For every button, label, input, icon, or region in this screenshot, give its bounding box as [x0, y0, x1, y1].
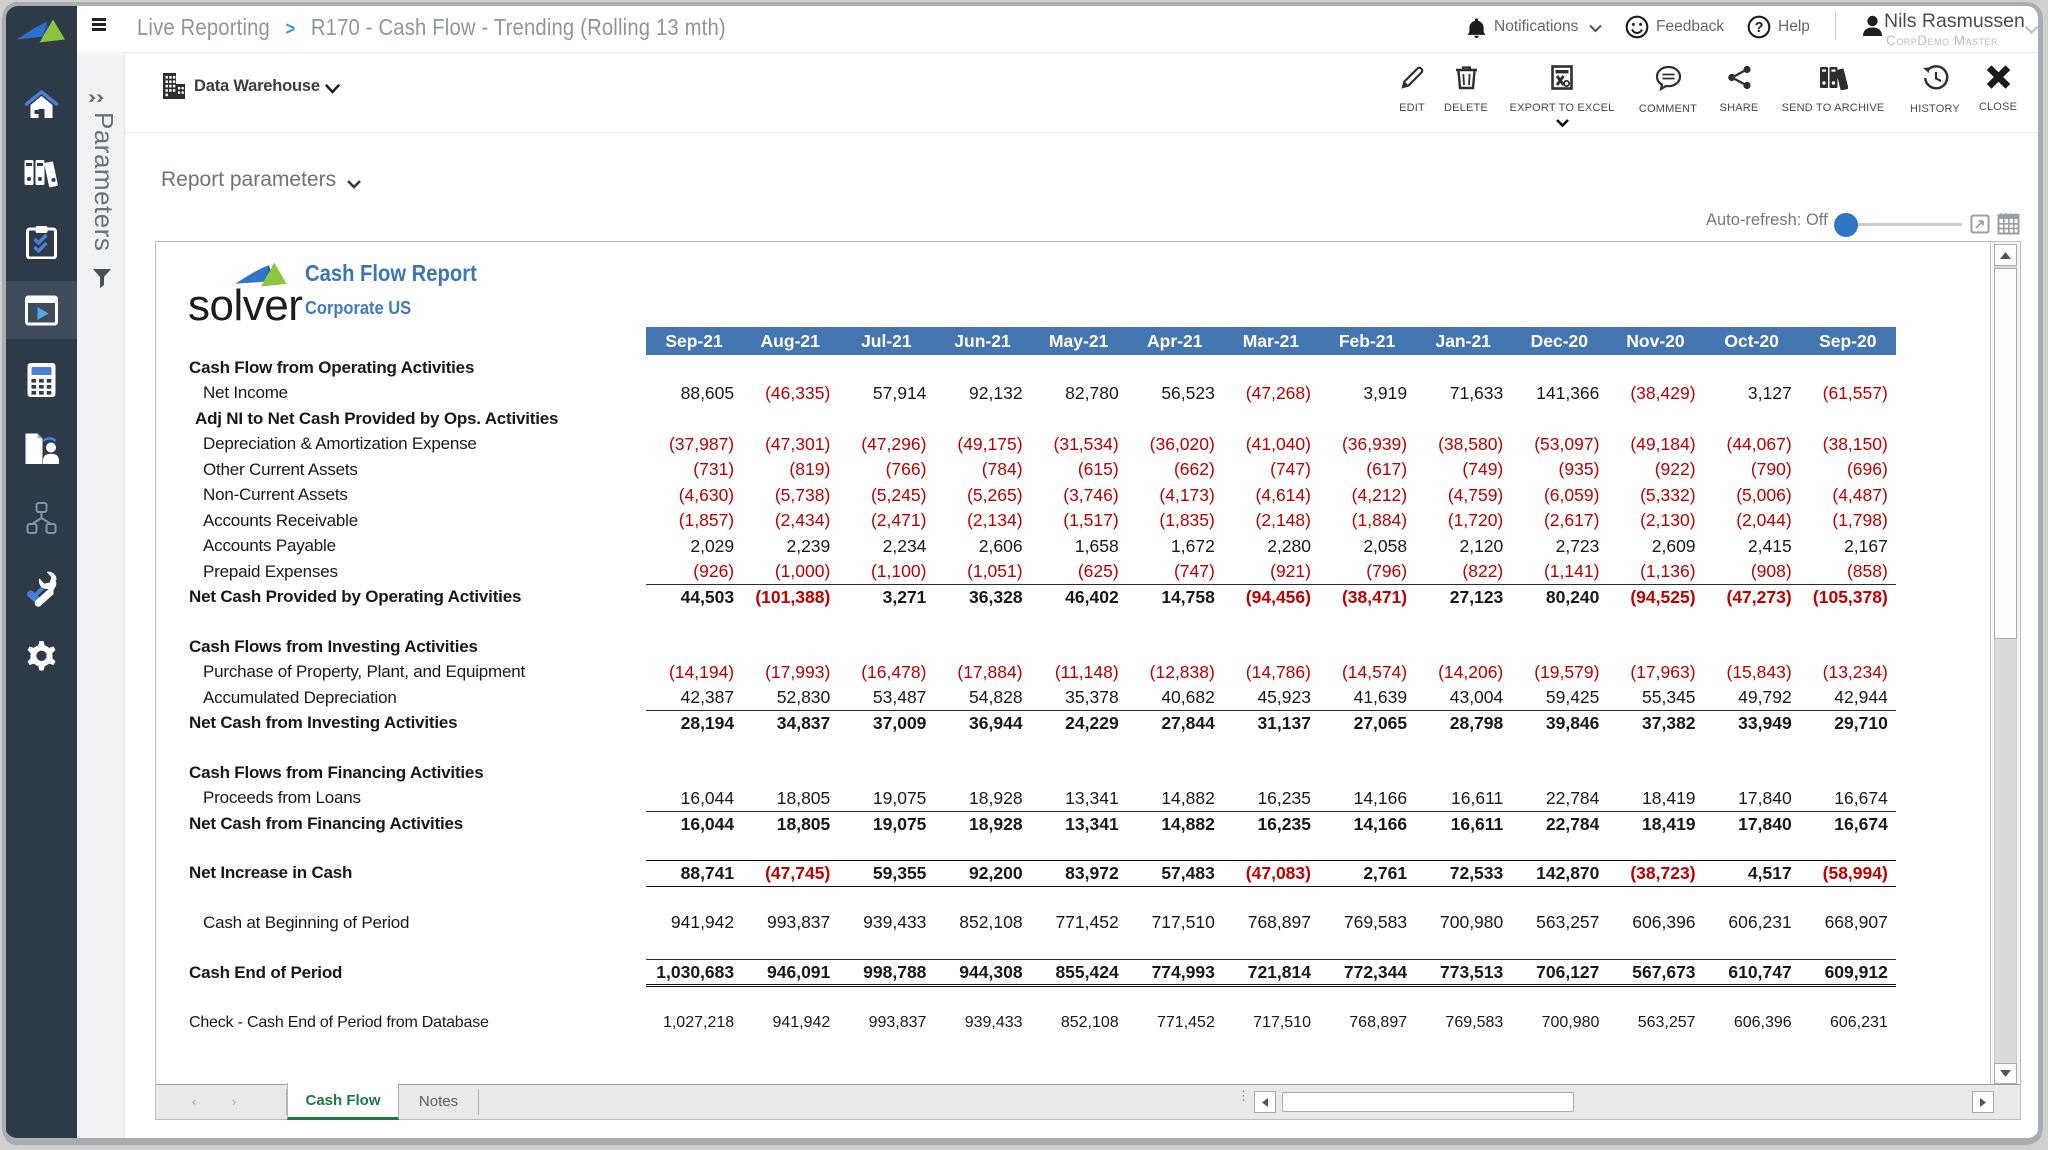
svg-text:?: ?	[1755, 20, 1764, 36]
